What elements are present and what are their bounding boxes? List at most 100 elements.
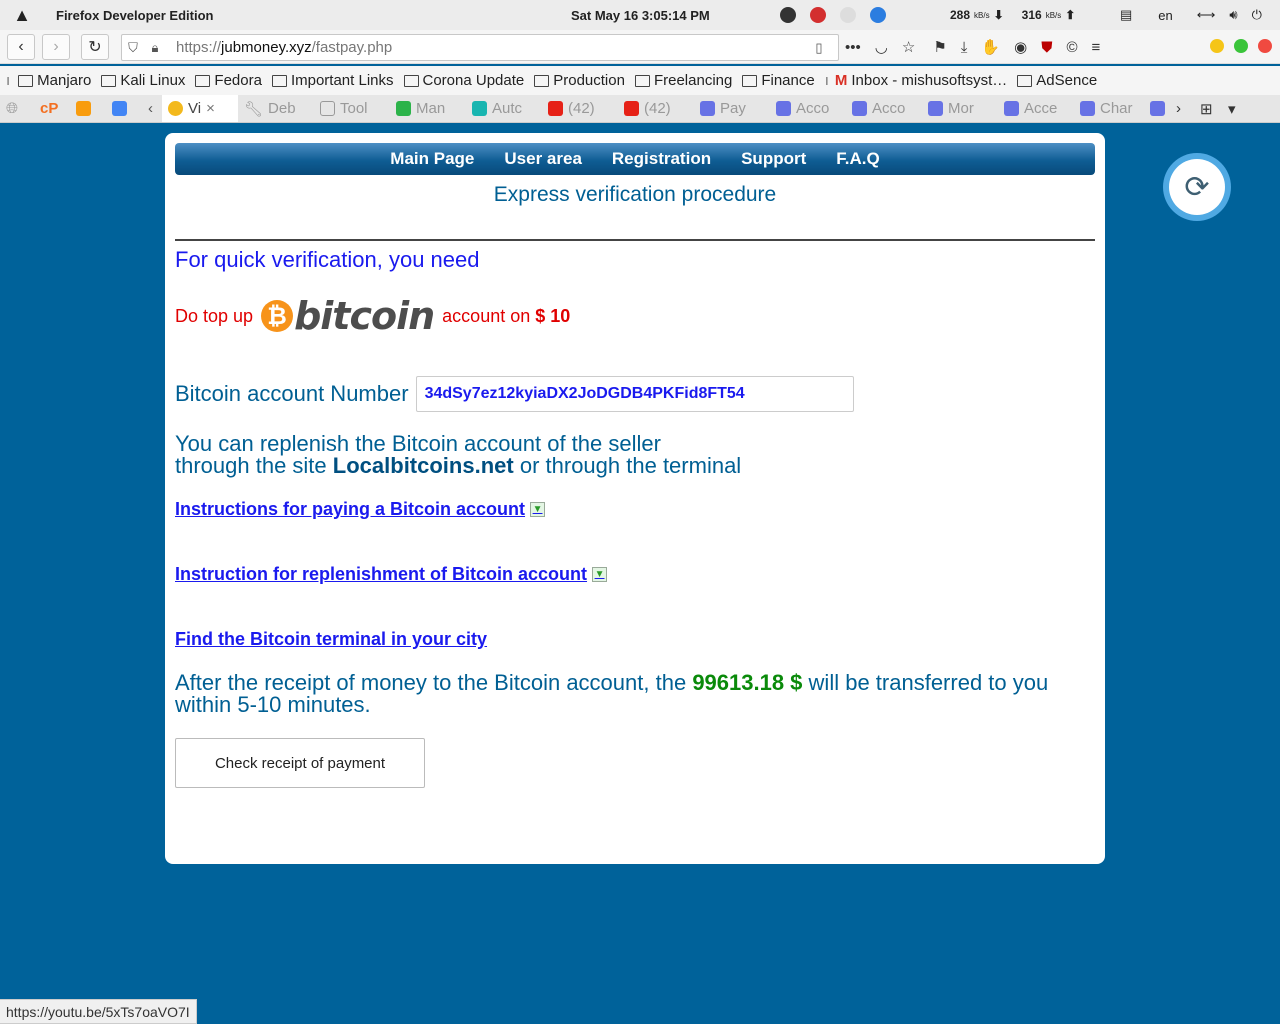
expand-arrow-icon[interactable]: ▼ — [530, 502, 546, 517]
nav-faq[interactable]: F.A.Q — [836, 149, 879, 169]
transfer-amount: 99613.18 $ — [692, 670, 803, 695]
bookmark-folder[interactable]: Kali Linux — [101, 72, 185, 89]
folder-icon — [634, 74, 650, 87]
page-actions-icon[interactable]: ••• — [845, 39, 861, 56]
tab[interactable]: Autc — [466, 95, 542, 122]
nav-user-area[interactable]: User area — [504, 149, 582, 169]
bookmark-folder[interactable]: Production — [534, 72, 625, 89]
bookmark-folder[interactable]: Freelancing — [634, 72, 732, 89]
tab[interactable]: Pay — [694, 95, 770, 122]
nav-support[interactable]: Support — [741, 149, 806, 169]
bookmark-star-icon[interactable]: ☆ — [902, 38, 915, 56]
network-icon[interactable]: ⟷ — [1197, 7, 1216, 23]
new-tab-button[interactable]: ⊞ — [1194, 95, 1222, 122]
nav-registration[interactable]: Registration — [612, 149, 711, 169]
tab-scroll-right-button[interactable]: › — [1170, 95, 1194, 122]
shield-icon[interactable]: ⛉ — [122, 40, 144, 56]
downloads-icon[interactable]: ⤓ — [961, 39, 968, 56]
clipboard-manager-icon[interactable]: ▤ — [1120, 7, 1132, 23]
account-label: Bitcoin account Number — [175, 381, 409, 406]
chart-favicon-icon — [396, 101, 411, 116]
bookmark-folder[interactable]: Important Links — [271, 72, 394, 89]
vpn-icon[interactable] — [870, 7, 886, 23]
privacy-badger-icon[interactable]: ◉ — [1014, 38, 1027, 56]
clipboard-icon[interactable] — [840, 7, 856, 23]
bookmark-folder[interactable]: Manjaro — [18, 72, 91, 89]
refresh-widget[interactable]: ⟳ — [1163, 153, 1231, 221]
extension-c-icon[interactable]: © — [1066, 39, 1077, 56]
list-all-tabs-button[interactable]: ▾ — [1222, 95, 1246, 122]
tab[interactable]: Char — [1074, 95, 1144, 122]
tab[interactable]: Acce — [998, 95, 1074, 122]
folder-icon — [195, 74, 211, 87]
phpmyadmin-icon — [76, 101, 91, 116]
tab[interactable]: (42) — [542, 95, 618, 122]
instructions-paying-link[interactable]: Instructions for paying a Bitcoin accoun… — [175, 499, 546, 520]
check-payment-button[interactable]: Check receipt of payment — [175, 738, 425, 788]
bookmark-gmail[interactable]: M Inbox - mishusoftsyst… — [835, 72, 1007, 89]
lock-icon[interactable]: 🔒︎ — [144, 40, 166, 56]
instruction-replenish-link[interactable]: Instruction for replenishment of Bitcoin… — [175, 564, 608, 585]
bookmark-folder[interactable]: Fedora — [195, 72, 262, 89]
maximize-window-button[interactable] — [1234, 39, 1248, 53]
pocket-icon[interactable]: ◡ — [875, 38, 888, 56]
bookmark-folder[interactable]: Finance — [742, 72, 815, 89]
tab-label: Char — [1100, 100, 1133, 117]
minimize-window-button[interactable] — [1210, 39, 1224, 53]
tab[interactable]: Man — [390, 95, 466, 122]
tab-pinned-cpanel[interactable]: cP — [34, 95, 70, 122]
replenish-prefix: through the site — [175, 453, 327, 478]
close-window-button[interactable] — [1258, 39, 1272, 53]
expand-arrow-icon[interactable]: ▼ — [592, 567, 608, 582]
close-tab-icon[interactable]: × — [206, 100, 215, 117]
translate-icon — [112, 101, 127, 116]
reload-button[interactable]: ↻ — [81, 34, 109, 60]
tab[interactable]: Mor — [922, 95, 998, 122]
power-icon[interactable]: ⏻ — [1252, 7, 1262, 23]
tab[interactable]: Acco — [770, 95, 846, 122]
folder-icon — [403, 74, 419, 87]
tab-active[interactable]: Vi × — [162, 95, 238, 122]
check-circle-icon[interactable] — [780, 7, 796, 23]
bookmark-folder[interactable]: AdSence — [1017, 72, 1097, 89]
mail-notifier-icon[interactable] — [810, 7, 826, 23]
back-button[interactable]: ‹ — [7, 34, 35, 60]
bitcoin-address-field[interactable]: 34dSy7ez12kyiaDX2JoDGDB4PKFid8FT54 — [415, 376, 854, 412]
tab[interactable]: (42) — [618, 95, 694, 122]
find-terminal-link[interactable]: Find the Bitcoin terminal in your city — [175, 629, 487, 650]
net-up-unit: kB/s — [1045, 10, 1062, 20]
bookmark-folder[interactable]: Corona Update — [403, 72, 524, 89]
replenish-line-1: You can replenish the Bitcoin account of… — [175, 431, 661, 456]
folder-icon — [271, 74, 287, 87]
nav-main-page[interactable]: Main Page — [390, 149, 474, 169]
tab-pinned-globe[interactable]: 🌐︎ — [0, 95, 34, 122]
volume-icon[interactable]: 🔊︎ — [1229, 7, 1237, 23]
tab-label: Deb — [268, 100, 296, 117]
url-bar[interactable]: ⛉ 🔒︎ https://jubmoney.xyz/fastpay.php ▯ — [121, 34, 839, 61]
extension-icon[interactable]: ⚑ — [933, 38, 946, 56]
tab-label: Tool — [340, 100, 368, 117]
arrow-up-icon: ⬆ — [1065, 8, 1076, 22]
tab[interactable]: 🔧︎ Deb — [238, 95, 314, 122]
hamburger-menu-icon[interactable]: ≡ — [1092, 39, 1101, 56]
tab[interactable]: Acco — [846, 95, 922, 122]
ublock-icon[interactable]: ⛊ — [1041, 39, 1052, 56]
folder-icon — [534, 74, 550, 87]
replenish-line-2: through the site Localbitcoins.net or th… — [175, 455, 741, 477]
gnome-extension-icon[interactable]: ✋ — [981, 38, 1000, 56]
keyboard-language[interactable]: en — [1158, 8, 1172, 23]
tab-pinned-translate[interactable] — [106, 95, 142, 122]
browser-toolbar: ‹ › ↻ ⛉ 🔒︎ https://jubmoney.xyz/fastpay.… — [0, 30, 1280, 64]
tab[interactable]: Tool — [314, 95, 390, 122]
account-row: Bitcoin account Number 34dSy7ez12kyiaDX2… — [175, 376, 854, 412]
tab-scroll-left-button[interactable]: ‹ — [142, 95, 162, 122]
reader-view-icon[interactable]: ▯ — [808, 40, 830, 56]
arch-logo-icon[interactable]: ▲ — [12, 0, 32, 30]
bitcoin-logo: ₿ bitcoin — [261, 294, 435, 338]
system-clock[interactable]: Sat May 16 3:05:14 PM — [571, 0, 710, 30]
stripe-icon — [852, 101, 867, 116]
forward-button[interactable]: › — [42, 34, 70, 60]
tab[interactable] — [1144, 95, 1170, 122]
tab-pinned-phpmyadmin[interactable] — [70, 95, 106, 122]
tab-label: (42) — [568, 100, 595, 117]
